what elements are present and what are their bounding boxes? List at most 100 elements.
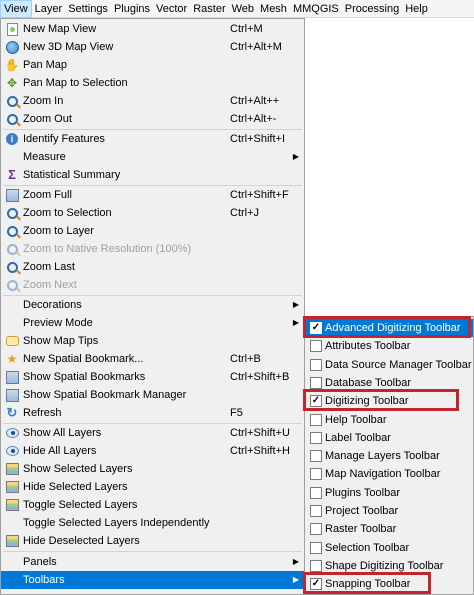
menu-item-label: Zoom Next <box>23 279 77 291</box>
checkbox[interactable] <box>310 450 322 463</box>
menu-layer[interactable]: Layer <box>32 0 66 18</box>
menu-item-identify-features[interactable]: i Identify Features Ctrl+Shift+I <box>1 130 304 148</box>
toolbar-toggle-manage-layers-toolbar[interactable]: Manage Layers Toolbar <box>305 447 473 465</box>
menu-item-label: Preview Mode <box>23 317 93 329</box>
checkbox[interactable] <box>310 468 322 481</box>
toolbar-toggle-map-navigation-toolbar[interactable]: Map Navigation Toolbar <box>305 465 473 483</box>
menu-item-show-map-tips[interactable]: Show Map Tips <box>1 332 304 350</box>
menu-item-show-selected-layers[interactable]: Show Selected Layers <box>1 460 304 478</box>
menu-item-decorations[interactable]: Decorations ▶ <box>1 296 304 314</box>
menu-item-zoom-to-layer[interactable]: Zoom to Layer <box>1 222 304 240</box>
menu-item-refresh[interactable]: ↻ Refresh F5 <box>1 404 304 422</box>
zoom-selection-icon <box>5 206 19 220</box>
refresh-icon: ↻ <box>6 405 18 420</box>
checkbox[interactable] <box>310 376 322 389</box>
zoom-layer-icon <box>5 224 19 238</box>
menu-item-label: Hide All Layers <box>23 445 97 457</box>
checkbox[interactable]: ✓ <box>310 578 322 591</box>
checkbox[interactable] <box>310 486 322 499</box>
menu-item-pan-map[interactable]: ✋ Pan Map <box>1 56 304 74</box>
toolbar-toggle-help-toolbar[interactable]: Help Toolbar <box>305 411 473 429</box>
checkbox[interactable] <box>310 541 322 554</box>
toolbar-label: Data Source Manager Toolbar <box>325 358 472 371</box>
menu-item-shortcut: Ctrl+Shift+F <box>230 189 289 201</box>
menu-plugins[interactable]: Plugins <box>111 0 153 18</box>
checkbox[interactable] <box>310 523 322 536</box>
toolbar-toggle-raster-toolbar[interactable]: Raster Toolbar <box>305 520 473 538</box>
menu-mmqgis[interactable]: MMQGIS <box>290 0 342 18</box>
toolbar-toggle-selection-toolbar[interactable]: Selection Toolbar <box>305 539 473 557</box>
toolbar-toggle-attributes-toolbar[interactable]: Attributes Toolbar <box>305 337 473 355</box>
bookmark-icon: ★ <box>6 352 18 366</box>
toolbar-label: Database Toolbar <box>325 376 412 389</box>
menu-item-label: Pan Map <box>23 59 68 71</box>
toolbar-toggle-shape-digitizing-toolbar[interactable]: Shape Digitizing Toolbar <box>305 557 473 575</box>
menu-help[interactable]: Help <box>402 0 431 18</box>
menu-item-toggle-selected-independently[interactable]: Toggle Selected Layers Independently <box>1 514 304 532</box>
menu-item-label: Toggle Selected Layers Independently <box>23 517 210 529</box>
menu-item-show-spatial-bookmarks[interactable]: Show Spatial Bookmarks Ctrl+Shift+B <box>1 368 304 386</box>
menu-item-new-spatial-bookmark[interactable]: ★ New Spatial Bookmark... Ctrl+B <box>1 350 304 368</box>
menu-item-label: Zoom Out <box>23 113 72 125</box>
menu-item-shortcut: Ctrl+Alt+- <box>230 113 277 125</box>
checkbox[interactable] <box>310 340 322 353</box>
menu-item-hide-selected-layers[interactable]: Hide Selected Layers <box>1 478 304 496</box>
menu-item-label: Pan Map to Selection <box>23 77 128 89</box>
menu-item-panels[interactable]: Panels ▶ <box>1 553 304 571</box>
view-menu: New Map View Ctrl+M New 3D Map View Ctrl… <box>0 18 305 595</box>
checkbox[interactable]: ✓ <box>310 322 322 334</box>
checkbox[interactable]: ✓ <box>310 395 322 408</box>
menu-item-new-map-view[interactable]: New Map View Ctrl+M <box>1 20 304 38</box>
menu-processing[interactable]: Processing <box>342 0 402 18</box>
menu-item-zoom-full[interactable]: Zoom Full Ctrl+Shift+F <box>1 186 304 204</box>
menu-item-zoom-to-selection[interactable]: Zoom to Selection Ctrl+J <box>1 204 304 222</box>
menu-item-show-all-layers[interactable]: Show All Layers Ctrl+Shift+U <box>1 424 304 442</box>
menu-item-new-3d-map-view[interactable]: New 3D Map View Ctrl+Alt+M <box>1 38 304 56</box>
menu-vector[interactable]: Vector <box>153 0 190 18</box>
menu-item-show-bookmark-manager[interactable]: Show Spatial Bookmark Manager <box>1 386 304 404</box>
checkbox[interactable] <box>310 413 322 426</box>
checkbox[interactable] <box>310 559 322 572</box>
menu-view[interactable]: View <box>0 0 32 18</box>
toolbar-toggle-label-toolbar[interactable]: Label Toolbar <box>305 429 473 447</box>
toolbar-toggle-snapping-toolbar[interactable]: ✓ Snapping Toolbar <box>305 575 473 593</box>
menu-item-label: New Spatial Bookmark... <box>23 353 144 365</box>
menu-item-label: New 3D Map View <box>23 41 114 53</box>
menu-item-preview-mode[interactable]: Preview Mode ▶ <box>1 314 304 332</box>
toolbar-toggle-digitizing-toolbar[interactable]: ✓ Digitizing Toolbar <box>305 392 473 410</box>
toolbar-label: Manage Layers Toolbar <box>325 450 440 463</box>
menu-item-zoom-native[interactable]: Zoom to Native Resolution (100%) <box>1 240 304 258</box>
menu-item-measure[interactable]: Measure ▶ <box>1 148 304 166</box>
toolbar-toggle-advanced-digitizing-toolbar[interactable]: ✓ Advanced Digitizing Toolbar <box>305 319 473 337</box>
globe-icon <box>5 40 19 54</box>
menu-item-label: Toggle Selected Layers <box>23 499 138 511</box>
menu-item-label: Zoom Last <box>23 261 75 273</box>
checkbox[interactable] <box>310 431 322 444</box>
menu-web[interactable]: Web <box>229 0 257 18</box>
layers-show-icon <box>5 462 19 476</box>
toolbar-toggle-database-toolbar[interactable]: Database Toolbar <box>305 374 473 392</box>
toolbar-toggle-project-toolbar[interactable]: Project Toolbar <box>305 502 473 520</box>
menu-item-label: New Map View <box>23 23 97 35</box>
menu-item-toggle-selected-layers[interactable]: Toggle Selected Layers <box>1 496 304 514</box>
menu-item-statistical-summary[interactable]: Σ Statistical Summary <box>1 166 304 184</box>
menu-item-pan-map-to-selection[interactable]: ✥ Pan Map to Selection <box>1 74 304 92</box>
menu-item-zoom-in[interactable]: Zoom In Ctrl+Alt++ <box>1 92 304 110</box>
menu-settings[interactable]: Settings <box>65 0 111 18</box>
menu-item-label: Measure <box>23 151 66 163</box>
menu-item-hide-deselected-layers[interactable]: Hide Deselected Layers <box>1 532 304 550</box>
menu-item-toolbars[interactable]: Toolbars ▶ <box>1 571 304 589</box>
menu-mesh[interactable]: Mesh <box>257 0 290 18</box>
menu-item-shortcut: Ctrl+Shift+H <box>230 445 290 457</box>
checkbox[interactable] <box>310 505 322 517</box>
toolbar-toggle-data-source-manager-toolbar[interactable]: Data Source Manager Toolbar <box>305 356 473 374</box>
menu-item-zoom-out[interactable]: Zoom Out Ctrl+Alt+- <box>1 110 304 128</box>
identify-icon: i <box>5 132 19 146</box>
menu-item-zoom-last[interactable]: Zoom Last <box>1 258 304 276</box>
toolbar-toggle-plugins-toolbar[interactable]: Plugins Toolbar <box>305 484 473 502</box>
menu-item-hide-all-layers[interactable]: Hide All Layers Ctrl+Shift+H <box>1 442 304 460</box>
toolbar-label: Snapping Toolbar <box>325 578 411 591</box>
checkbox[interactable] <box>310 358 322 371</box>
menu-raster[interactable]: Raster <box>190 0 228 18</box>
menu-item-zoom-next[interactable]: Zoom Next <box>1 276 304 294</box>
